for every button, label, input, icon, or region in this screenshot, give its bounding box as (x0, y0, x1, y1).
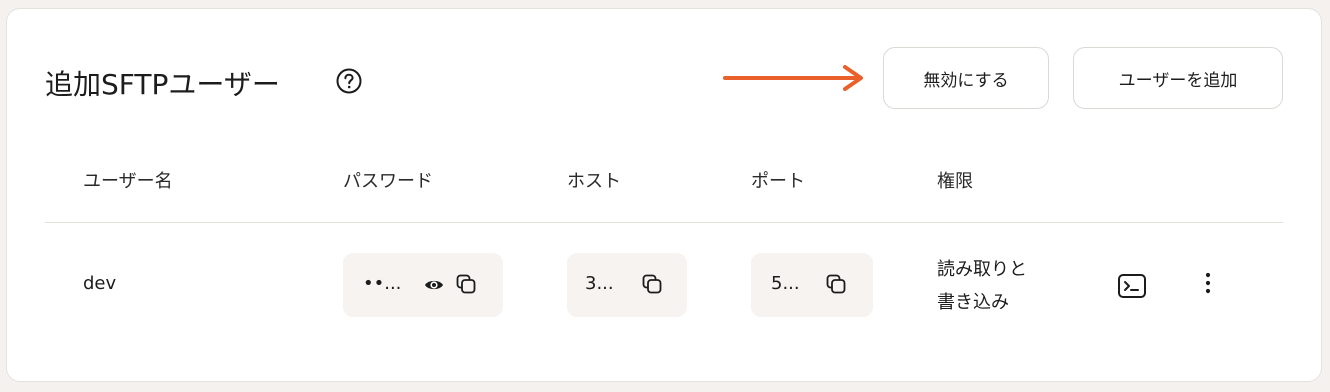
port-value: 5... (771, 273, 800, 294)
table-divider (45, 222, 1283, 223)
host-cell: 3... (567, 253, 687, 317)
password-cell: ••... (343, 253, 503, 317)
terminal-icon[interactable] (1117, 273, 1147, 299)
port-cell: 5... (751, 253, 873, 317)
host-value: 3... (585, 273, 614, 294)
sftp-users-card: 追加SFTPユーザー 無効にする ユーザーを追加 ユーザー名 パスワード ホスト… (6, 8, 1322, 382)
username-cell: dev (83, 273, 117, 294)
column-header-port: ポート (751, 171, 805, 192)
add-user-button[interactable]: ユーザーを追加 (1073, 47, 1283, 109)
column-header-username: ユーザー名 (83, 171, 173, 192)
column-header-host: ホスト (567, 171, 621, 192)
eye-icon[interactable] (423, 274, 445, 296)
permission-line-1: 読み取りと (937, 259, 1027, 280)
disable-button[interactable]: 無効にする (883, 47, 1049, 109)
permission-line-2: 書き込み (937, 292, 1009, 313)
copy-icon[interactable] (455, 273, 477, 295)
question-circle-icon[interactable] (335, 67, 363, 95)
column-header-permission: 権限 (937, 171, 973, 192)
copy-icon[interactable] (825, 273, 847, 295)
section-title: 追加SFTPユーザー (45, 68, 280, 101)
permission-cell: 読み取りと 書き込み (937, 253, 1027, 319)
column-header-password: パスワード (343, 171, 433, 192)
copy-icon[interactable] (641, 273, 663, 295)
more-vertical-icon[interactable] (1203, 271, 1213, 295)
password-value: ••... (363, 273, 402, 294)
arrow-right-icon (723, 65, 863, 91)
